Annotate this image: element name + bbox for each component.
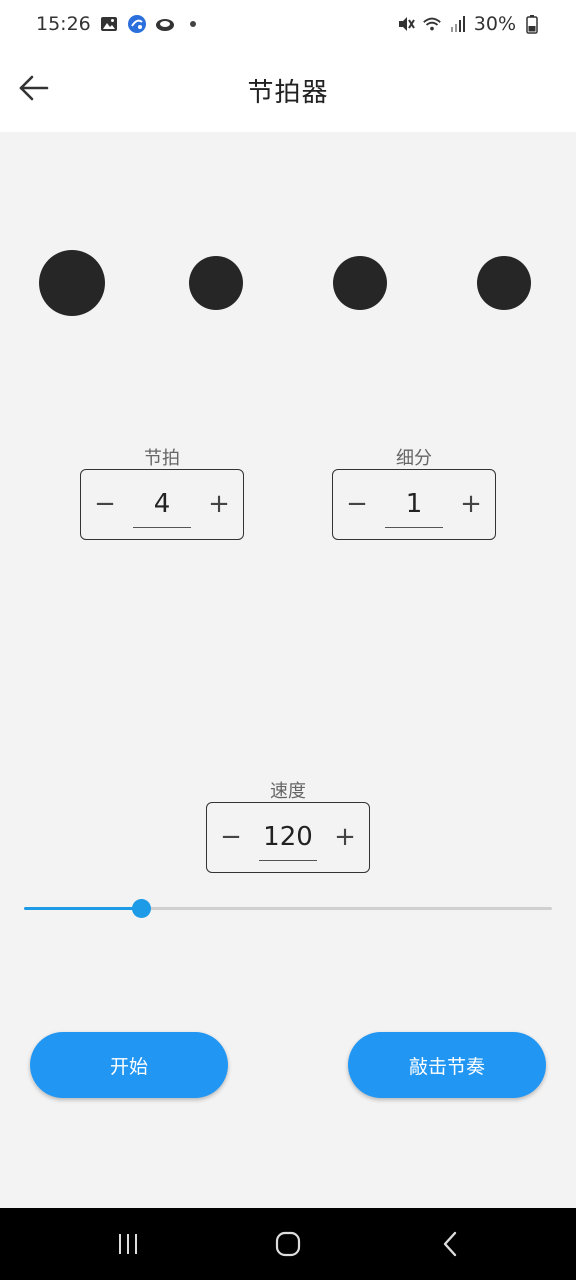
beats-value-input[interactable]: 4 bbox=[133, 484, 191, 528]
app-icon bbox=[127, 14, 147, 34]
back-button[interactable] bbox=[14, 68, 54, 108]
battery-icon bbox=[522, 14, 542, 34]
beat-indicator-4 bbox=[477, 256, 531, 310]
battery-percent: 30% bbox=[473, 13, 516, 35]
beat-indicator-1 bbox=[39, 250, 105, 316]
subdivision-decrement-button[interactable]: − bbox=[341, 488, 373, 520]
subdivision-value-input[interactable]: 1 bbox=[385, 484, 443, 528]
tempo-label: 速度 bbox=[270, 781, 306, 802]
home-button[interactable] bbox=[264, 1226, 312, 1262]
cloud-icon bbox=[155, 14, 175, 34]
status-time: 15:26 bbox=[36, 13, 91, 35]
tap-tempo-button[interactable]: 敲击节奏 bbox=[348, 1032, 546, 1098]
tempo-decrement-button[interactable]: − bbox=[215, 821, 247, 853]
tempo-stepper: − 120 + bbox=[206, 802, 370, 873]
start-button[interactable]: 开始 bbox=[30, 1032, 228, 1098]
signal-icon bbox=[448, 14, 468, 34]
back-icon bbox=[443, 1231, 457, 1257]
gallery-icon bbox=[99, 14, 119, 34]
beats-stepper: − 4 + bbox=[80, 469, 244, 540]
beat-indicator-2 bbox=[189, 256, 243, 310]
beats-increment-button[interactable]: + bbox=[203, 488, 235, 520]
subdivision-label: 细分 bbox=[396, 448, 432, 469]
home-icon bbox=[275, 1231, 301, 1257]
status-bar: 15:26 30% bbox=[0, 0, 576, 48]
beat-indicator-3 bbox=[333, 256, 387, 310]
subdivision-stepper: − 1 + bbox=[332, 469, 496, 540]
recents-icon bbox=[119, 1234, 137, 1254]
beats-decrement-button[interactable]: − bbox=[89, 488, 121, 520]
mute-icon bbox=[396, 14, 416, 34]
tempo-increment-button[interactable]: + bbox=[329, 821, 361, 853]
page-title: 节拍器 bbox=[247, 77, 329, 108]
subdivision-increment-button[interactable]: + bbox=[455, 488, 487, 520]
slider-thumb[interactable] bbox=[132, 899, 151, 918]
tempo-slider[interactable] bbox=[24, 899, 552, 919]
dot-icon bbox=[183, 14, 203, 34]
tempo-value-input[interactable]: 120 bbox=[259, 817, 317, 861]
app-bar: 节拍器 bbox=[0, 48, 576, 132]
beats-label: 节拍 bbox=[144, 448, 180, 469]
system-nav-bar bbox=[0, 1208, 576, 1280]
nav-back-button[interactable] bbox=[426, 1226, 474, 1262]
wifi-icon bbox=[422, 14, 442, 34]
recents-button[interactable] bbox=[104, 1226, 152, 1262]
slider-fill bbox=[24, 907, 141, 910]
arrow-left-icon bbox=[19, 75, 49, 101]
